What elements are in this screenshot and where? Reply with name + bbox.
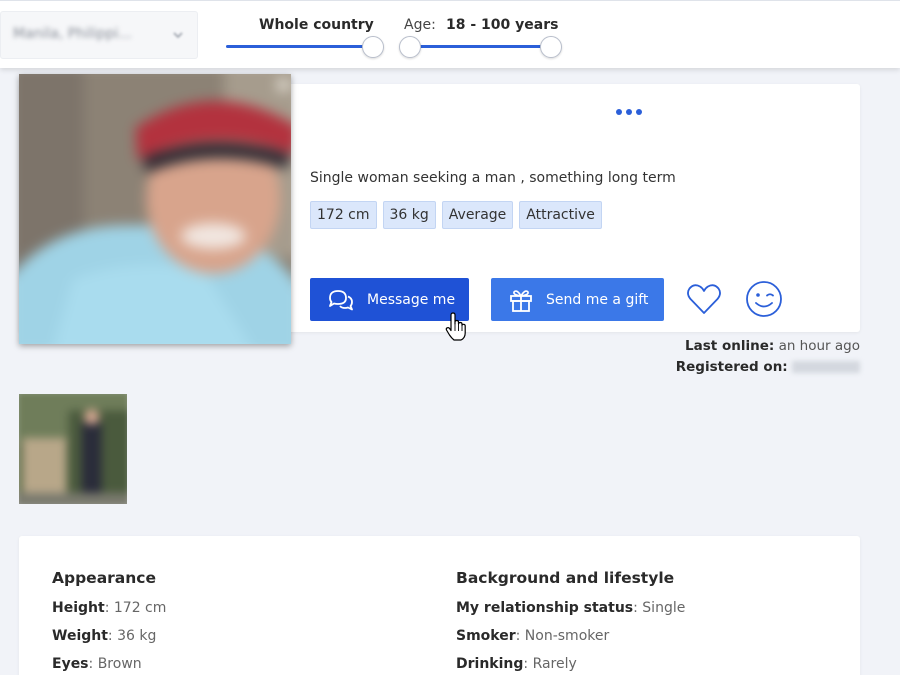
chat-bubbles-icon — [329, 289, 353, 310]
registered-status: Registered on: — [676, 359, 860, 375]
send-gift-button[interactable]: Send me a gift — [491, 278, 664, 321]
appearance-weight: Weight: 36 kg — [52, 628, 157, 644]
last-online-status: Last online: an hour ago — [685, 338, 860, 354]
age-label: Age: — [404, 17, 436, 33]
profile-photo[interactable] — [19, 74, 291, 344]
region-slider-track[interactable] — [226, 45, 374, 48]
region-slider-handle[interactable] — [362, 36, 384, 58]
background-section-title: Background and lifestyle — [456, 569, 675, 587]
appearance-section-title: Appearance — [52, 569, 156, 587]
region-label: Whole country — [259, 17, 374, 33]
message-button-label: Message me — [367, 291, 456, 308]
gift-icon — [510, 289, 532, 312]
background-relationship: My relationship status: Single — [456, 600, 686, 616]
heart-icon[interactable] — [685, 280, 723, 318]
age-slider-track[interactable] — [410, 45, 552, 48]
profile-tags: 172 cm 36 kg Average Attractive — [310, 201, 602, 229]
tag-body-type: Average — [441, 201, 514, 229]
profile-photo-image — [19, 74, 291, 344]
tag-looks: Attractive — [519, 201, 602, 229]
profile-tagline: Single woman seeking a man , something l… — [310, 170, 676, 186]
appearance-height: Height: 172 cm — [52, 600, 167, 616]
appearance-eyes: Eyes: Brown — [52, 656, 142, 672]
chevron-down-icon — [173, 32, 183, 39]
location-value: Manila, Philippi... — [13, 26, 132, 42]
last-online-label: Last online: — [685, 338, 775, 354]
tag-height: 172 cm — [310, 201, 377, 229]
location-select[interactable]: Manila, Philippi... — [0, 11, 198, 59]
tag-weight: 36 kg — [382, 201, 436, 229]
more-dots-icon — [616, 109, 622, 115]
photo-thumbnail-image — [19, 394, 127, 504]
filter-bar: Manila, Philippi... Whole country Age: 1… — [0, 0, 900, 68]
hand-pointer-icon — [445, 312, 466, 341]
more-options-button[interactable] — [612, 102, 646, 122]
last-online-value: an hour ago — [778, 338, 860, 354]
registered-label: Registered on: — [675, 359, 788, 375]
age-max-handle[interactable] — [540, 36, 562, 58]
background-smoker: Smoker: Non-smoker — [456, 628, 610, 644]
registered-date-redacted — [792, 361, 860, 373]
send-gift-button-label: Send me a gift — [546, 291, 649, 308]
photo-thumbnail[interactable] — [19, 394, 127, 504]
wink-face-icon[interactable] — [745, 280, 783, 318]
age-range-value: 18 - 100 years — [446, 17, 559, 33]
age-min-handle[interactable] — [399, 36, 421, 58]
background-drinking: Drinking: Rarely — [456, 656, 577, 672]
